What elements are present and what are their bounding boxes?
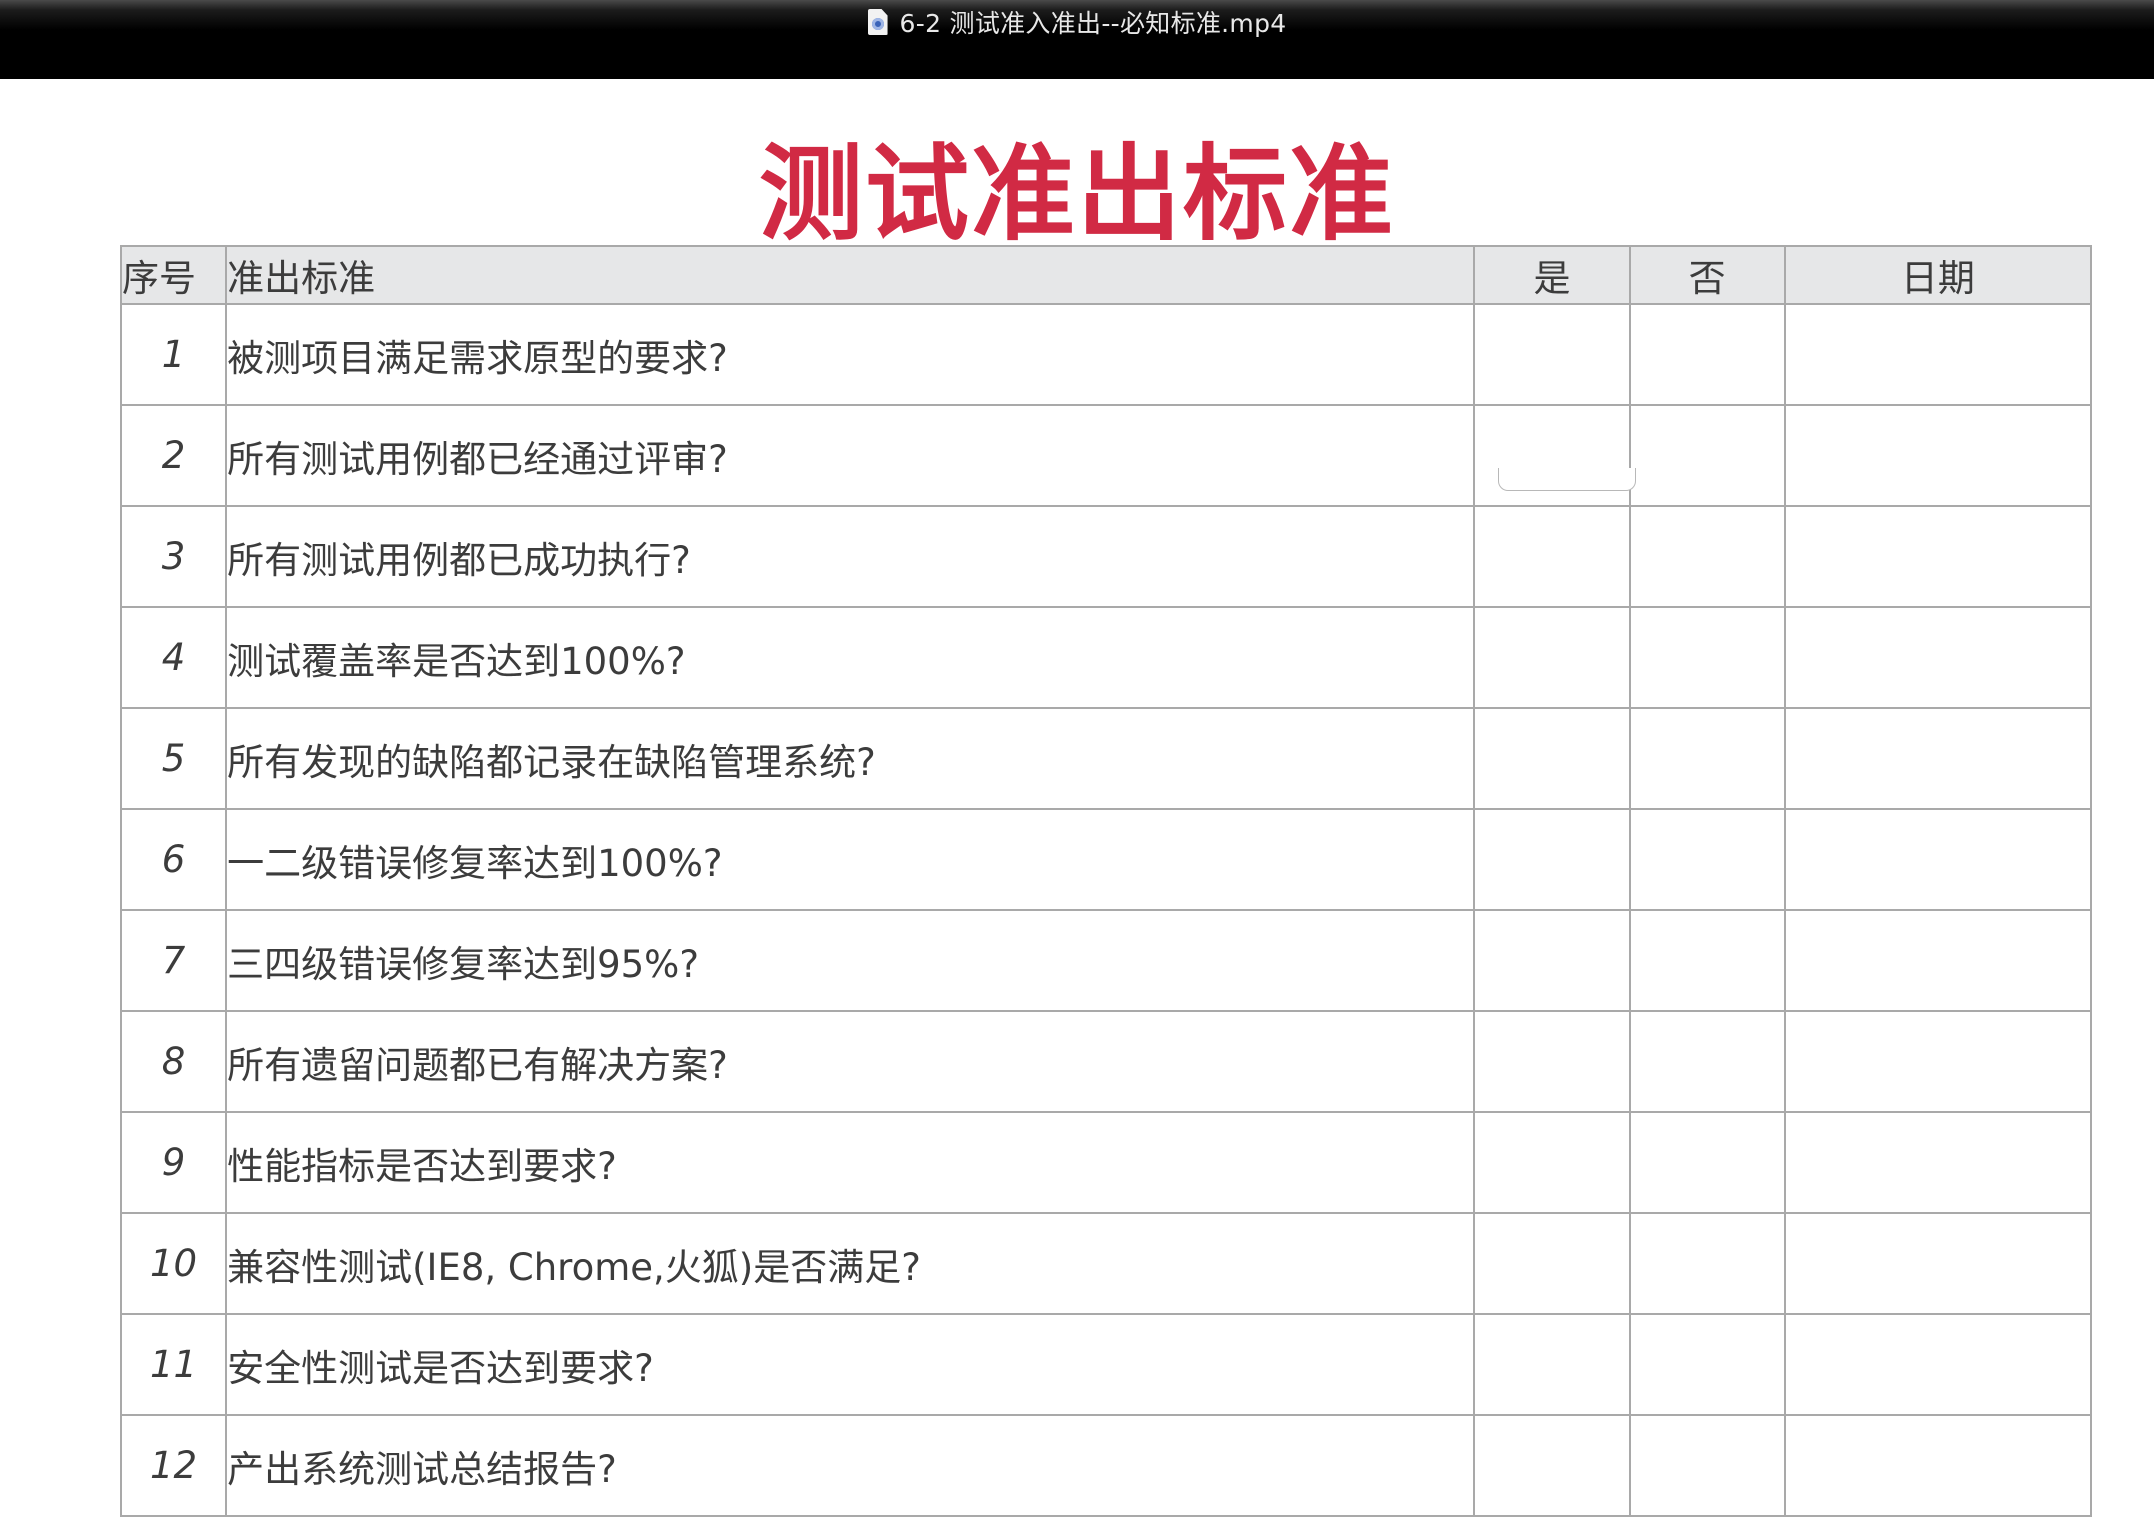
- row-number: 12: [119, 1414, 228, 1517]
- row-criterion: 三四级错误修复率达到95%?: [225, 909, 1476, 1012]
- table-row: 6 一二级错误修复率达到100%?: [119, 808, 2093, 911]
- no-cell: [1628, 707, 1786, 810]
- header-date: 日期: [1783, 245, 2093, 305]
- quicktime-file-icon: [867, 9, 888, 35]
- table-row: 4 测试覆盖率是否达到100%?: [119, 606, 2093, 709]
- table-header-row: 序号 准出标准 是 否 日期: [119, 245, 2093, 305]
- no-cell: [1628, 606, 1786, 709]
- hover-tooltip-edge: [1498, 468, 1636, 491]
- header-criteria: 准出标准: [225, 245, 1476, 305]
- date-cell: [1783, 1010, 2093, 1113]
- table-row: 5 所有发现的缺陷都记录在缺陷管理系统?: [119, 707, 2093, 810]
- no-cell: [1628, 1212, 1786, 1315]
- no-cell: [1628, 404, 1786, 507]
- date-cell: [1783, 909, 2093, 1012]
- table-row: 7 三四级错误修复率达到95%?: [119, 909, 2093, 1012]
- table-row: 3 所有测试用例都已成功执行?: [119, 505, 2093, 608]
- row-criterion: 一二级错误修复率达到100%?: [225, 808, 1476, 911]
- row-criterion: 性能指标是否达到要求?: [225, 1111, 1476, 1214]
- yes-cell: [1473, 1010, 1631, 1113]
- date-cell: [1783, 404, 2093, 507]
- no-cell: [1628, 303, 1786, 406]
- row-criterion: 测试覆盖率是否达到100%?: [225, 606, 1476, 709]
- row-criterion: 所有测试用例都已成功执行?: [225, 505, 1476, 608]
- row-number: 11: [119, 1313, 228, 1416]
- row-number: 8: [119, 1010, 228, 1113]
- yes-cell: [1473, 505, 1631, 608]
- date-cell: [1783, 707, 2093, 810]
- slide-title: 测试准出标准: [758, 133, 1395, 255]
- no-cell: [1628, 505, 1786, 608]
- window-title: 6-2 测试准入准出--必知标准.mp4: [899, 9, 1287, 38]
- row-number: 7: [119, 909, 228, 1012]
- exit-criteria-table: 序号 准出标准 是 否 日期 1 被测项目满足需求原型的要求? 2 所有测试用例…: [119, 245, 2093, 1517]
- row-criterion: 产出系统测试总结报告?: [225, 1414, 1476, 1517]
- header-yes: 是: [1473, 245, 1631, 305]
- no-cell: [1628, 1010, 1786, 1113]
- no-cell: [1628, 1111, 1786, 1214]
- no-cell: [1628, 1414, 1786, 1517]
- row-number: 10: [119, 1212, 228, 1315]
- row-number: 1: [119, 303, 228, 406]
- row-criterion: 所有遗留问题都已有解决方案?: [225, 1010, 1476, 1113]
- table-row: 1 被测项目满足需求原型的要求?: [119, 303, 2093, 406]
- date-cell: [1783, 808, 2093, 911]
- yes-cell: [1473, 1212, 1631, 1315]
- row-number: 6: [119, 808, 228, 911]
- yes-cell: [1473, 808, 1631, 911]
- date-cell: [1783, 303, 2093, 406]
- table-row: 10 兼容性测试(IE8, Chrome,火狐)是否满足?: [119, 1212, 2093, 1315]
- date-cell: [1783, 1111, 2093, 1214]
- yes-cell: [1473, 707, 1631, 810]
- video-frame: 测试准出标准 序号 准出标准 是 否 日期 1 被测项目满足需求原型的要求? 2…: [0, 79, 2154, 1517]
- row-criterion: 安全性测试是否达到要求?: [225, 1313, 1476, 1416]
- row-number: 2: [119, 404, 228, 507]
- row-criterion: 兼容性测试(IE8, Chrome,火狐)是否满足?: [225, 1212, 1476, 1315]
- no-cell: [1628, 909, 1786, 1012]
- row-number: 5: [119, 707, 228, 810]
- row-criterion: 所有发现的缺陷都记录在缺陷管理系统?: [225, 707, 1476, 810]
- table-row: 9 性能指标是否达到要求?: [119, 1111, 2093, 1214]
- date-cell: [1783, 505, 2093, 608]
- yes-cell: [1473, 303, 1631, 406]
- yes-cell: [1473, 1111, 1631, 1214]
- table-row: 8 所有遗留问题都已有解决方案?: [119, 1010, 2093, 1113]
- table-row: 12 产出系统测试总结报告?: [119, 1414, 2093, 1517]
- row-number: 3: [119, 505, 228, 608]
- yes-cell: [1473, 909, 1631, 1012]
- row-number: 9: [119, 1111, 228, 1214]
- date-cell: [1783, 1414, 2093, 1517]
- date-cell: [1783, 1313, 2093, 1416]
- header-no: 否: [1628, 245, 1786, 305]
- yes-cell: [1473, 1313, 1631, 1416]
- titlebar-content: 6-2 测试准入准出--必知标准.mp4: [0, 4, 2154, 40]
- window-titlebar[interactable]: 6-2 测试准入准出--必知标准.mp4: [0, 0, 2154, 79]
- no-cell: [1628, 1313, 1786, 1416]
- yes-cell: [1473, 1414, 1631, 1517]
- row-number: 4: [119, 606, 228, 709]
- table-row: 11 安全性测试是否达到要求?: [119, 1313, 2093, 1416]
- yes-cell: [1473, 606, 1631, 709]
- date-cell: [1783, 1212, 2093, 1315]
- row-criterion: 被测项目满足需求原型的要求?: [225, 303, 1476, 406]
- row-criterion: 所有测试用例都已经通过评审?: [225, 404, 1476, 507]
- no-cell: [1628, 808, 1786, 911]
- header-number: 序号: [119, 245, 228, 305]
- table-row: 2 所有测试用例都已经通过评审?: [119, 404, 2093, 507]
- date-cell: [1783, 606, 2093, 709]
